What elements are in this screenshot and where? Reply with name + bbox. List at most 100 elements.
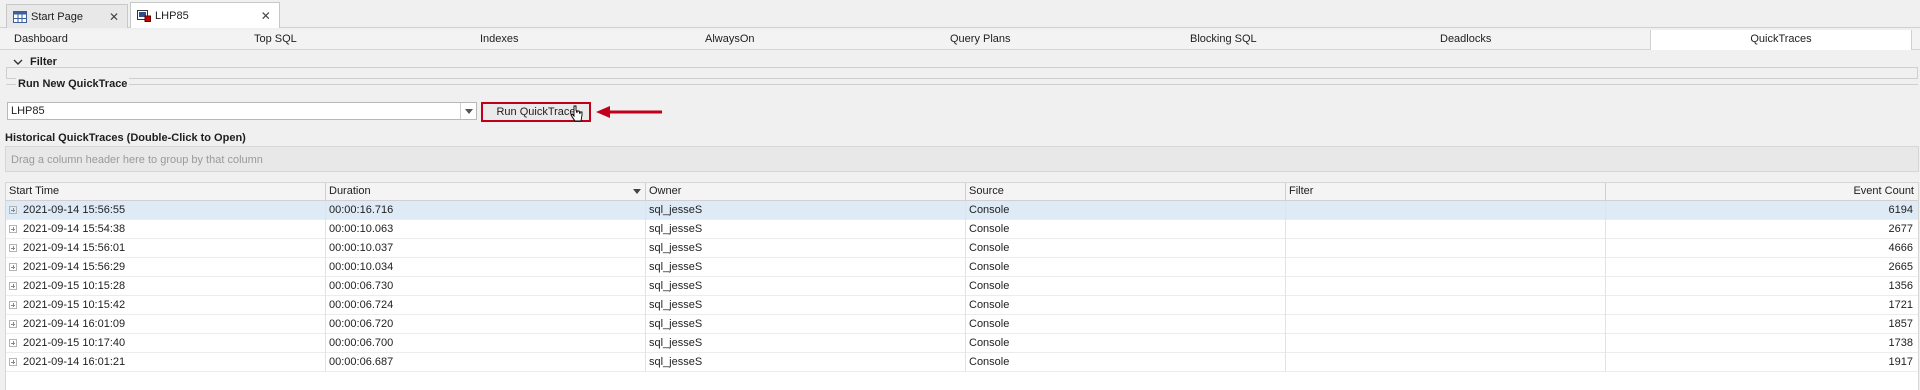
cell-text: 2665 [1888, 261, 1913, 273]
expand-icon[interactable] [9, 339, 17, 348]
table-cell-filter [1286, 258, 1606, 277]
historical-quicktraces-label: Historical QuickTraces (Double-Click to … [5, 132, 246, 144]
expand-icon[interactable] [9, 244, 17, 253]
table-cell-start: 2021-09-14 15:56:55 [6, 201, 326, 220]
cell-text: Console [969, 223, 1010, 235]
table-row[interactable]: 2021-09-14 15:56:01 00:00:10.037 sql_jesse… [6, 239, 1918, 258]
cell-text: Console [969, 337, 1010, 349]
feature-tab-bar: Dashboard Top SQL Indexes AlwaysOn Query… [0, 30, 1920, 50]
expand-icon[interactable] [9, 206, 17, 215]
grid-header: Start Time Duration Owner Source Filter … [6, 183, 1918, 201]
table-cell-owner: sql_jesseS [646, 334, 966, 353]
table-cell-source: Console [966, 239, 1286, 258]
cell-text: 00:00:10.063 [329, 223, 394, 235]
cell-text: 2021-09-14 15:56:55 [23, 204, 126, 216]
tab-query-plans[interactable]: Query Plans [860, 30, 1100, 50]
tab-deadlocks[interactable]: Deadlocks [1340, 30, 1650, 50]
table-cell-count: 1356 [1606, 277, 1918, 296]
expand-icon[interactable] [9, 225, 17, 234]
grid-body: 2021-09-14 15:56:55 00:00:16.716 sql_jesse… [6, 201, 1918, 372]
server-select[interactable]: LHP85 [7, 102, 477, 120]
expand-icon[interactable] [9, 282, 17, 291]
cell-text: 2021-09-14 16:01:21 [23, 356, 126, 368]
table-cell-count: 4666 [1606, 239, 1918, 258]
table-row[interactable]: 2021-09-14 16:01:21 00:00:06.687 sql_jesse… [6, 353, 1918, 372]
table-cell-duration: 00:00:06.724 [326, 296, 646, 315]
tab-alwayson[interactable]: AlwaysOn [630, 30, 860, 50]
filter-panel [6, 67, 1918, 79]
table-row[interactable]: 2021-09-14 15:56:29 00:00:10.034 sql_jesse… [6, 258, 1918, 277]
cell-text: 1917 [1888, 356, 1913, 368]
column-header-owner[interactable]: Owner [646, 183, 966, 201]
table-cell-count: 1917 [1606, 353, 1918, 372]
cell-text: 2021-09-14 15:56:29 [23, 261, 126, 273]
table-cell-start: 2021-09-15 10:15:42 [6, 296, 326, 315]
table-row[interactable]: 2021-09-14 15:54:38 00:00:10.063 sql_jesse… [6, 220, 1918, 239]
cell-text: Console [969, 261, 1010, 273]
column-header-duration[interactable]: Duration [326, 183, 646, 201]
table-cell-start: 2021-09-15 10:15:28 [6, 277, 326, 296]
arrow-left-icon [596, 106, 664, 118]
table-cell-duration: 00:00:10.063 [326, 220, 646, 239]
cell-text: 1738 [1888, 337, 1913, 349]
table-row[interactable]: 2021-09-14 15:56:55 00:00:16.716 sql_jesse… [6, 201, 1918, 220]
table-cell-start: 2021-09-14 16:01:21 [6, 353, 326, 372]
cell-text: Console [969, 242, 1010, 254]
table-row[interactable]: 2021-09-15 10:15:28 00:00:06.730 sql_jesse… [6, 277, 1918, 296]
cell-text: sql_jesseS [649, 318, 703, 330]
tab-top-sql[interactable]: Top SQL [205, 30, 390, 50]
mouse-cursor-icon [570, 105, 584, 123]
historical-quicktraces-grid: Start Time Duration Owner Source Filter … [5, 182, 1919, 390]
tab-dashboard[interactable]: Dashboard [0, 30, 205, 50]
table-cell-start: 2021-09-14 15:54:38 [6, 220, 326, 239]
close-icon[interactable]: ✕ [109, 10, 119, 24]
expand-icon[interactable] [9, 358, 17, 367]
close-icon[interactable]: ✕ [261, 9, 271, 23]
table-cell-owner: sql_jesseS [646, 277, 966, 296]
table-cell-owner: sql_jesseS [646, 220, 966, 239]
dropdown-arrow-icon[interactable] [460, 103, 476, 119]
table-cell-owner: sql_jesseS [646, 296, 966, 315]
cell-text: 2021-09-14 15:54:38 [23, 223, 126, 235]
cell-text: 00:00:06.720 [329, 318, 394, 330]
cell-text: 00:00:06.687 [329, 356, 394, 368]
table-cell-duration: 00:00:06.730 [326, 277, 646, 296]
table-cell-owner: sql_jesseS [646, 353, 966, 372]
cell-text: 4666 [1888, 242, 1913, 254]
table-cell-count: 2677 [1606, 220, 1918, 239]
table-cell-duration: 00:00:06.720 [326, 315, 646, 334]
server-icon [137, 9, 152, 22]
doc-tab-start-page[interactable]: Start Page ✕ [6, 4, 129, 28]
table-row[interactable]: 2021-09-15 10:15:42 00:00:06.724 sql_jesse… [6, 296, 1918, 315]
column-header-event-count[interactable]: Event Count [1606, 183, 1918, 201]
cell-text: 1857 [1888, 318, 1913, 330]
table-cell-filter [1286, 353, 1606, 372]
tab-indexes[interactable]: Indexes [390, 30, 630, 50]
table-cell-filter [1286, 334, 1606, 353]
table-row[interactable]: 2021-09-15 10:17:40 00:00:06.700 sql_jesse… [6, 334, 1918, 353]
cell-text: Console [969, 299, 1010, 311]
tab-blocking-sql[interactable]: Blocking SQL [1100, 30, 1340, 50]
column-header-start-time[interactable]: Start Time [6, 183, 326, 201]
cell-text: 1721 [1888, 299, 1913, 311]
document-tab-strip: Start Page ✕ LHP85 ✕ [0, 0, 1920, 28]
column-header-filter[interactable]: Filter [1286, 183, 1606, 201]
group-by-panel[interactable]: Drag a column header here to group by th… [5, 146, 1919, 172]
expand-icon[interactable] [9, 263, 17, 272]
tab-quicktraces[interactable]: QuickTraces [1650, 30, 1912, 50]
table-cell-owner: sql_jesseS [646, 239, 966, 258]
expand-icon[interactable] [9, 301, 17, 310]
cell-text: 00:00:10.037 [329, 242, 394, 254]
table-cell-source: Console [966, 220, 1286, 239]
column-header-source[interactable]: Source [966, 183, 1286, 201]
table-cell-count: 2665 [1606, 258, 1918, 277]
expand-icon[interactable] [9, 320, 17, 329]
cell-text: 2677 [1888, 223, 1913, 235]
table-row[interactable]: 2021-09-14 16:01:09 00:00:06.720 sql_jesse… [6, 315, 1918, 334]
doc-tab-lhp85[interactable]: LHP85 ✕ [130, 2, 280, 28]
cell-text: 2021-09-15 10:15:28 [23, 280, 126, 292]
table-cell-source: Console [966, 201, 1286, 220]
cell-text: sql_jesseS [649, 356, 703, 368]
table-cell-count: 1738 [1606, 334, 1918, 353]
table-cell-duration: 00:00:16.716 [326, 201, 646, 220]
